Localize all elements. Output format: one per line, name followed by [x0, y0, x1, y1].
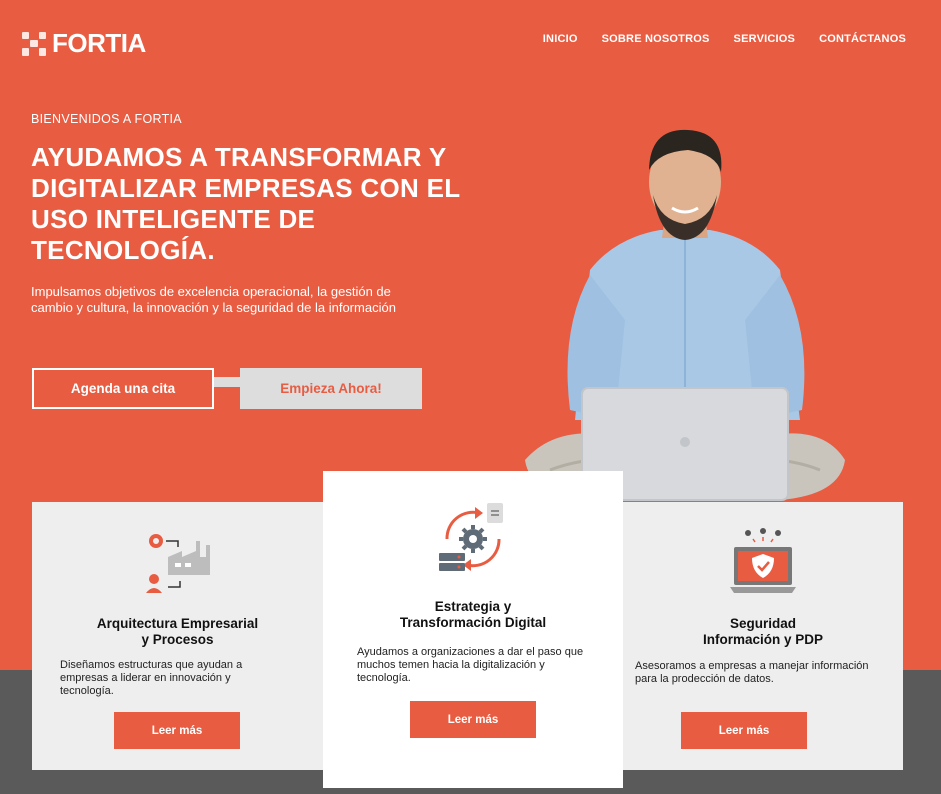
service-card-arquitectura: Arquitectura Empresarial y Procesos Dise…: [32, 502, 323, 770]
factory-process-icon: [145, 534, 210, 593]
hero-man-laptop-image: [525, 129, 845, 501]
card-description: Diseñamos estructuras que ayudan a empre…: [60, 659, 243, 697]
card-title-line1: Arquitectura Empresarial: [96, 616, 259, 631]
card-description: Asesoramos a empresas a manejar informac…: [635, 660, 869, 685]
card-title-line2: Información y PDP: [702, 632, 824, 647]
leer-mas-button[interactable]: Leer más: [114, 712, 240, 749]
shield-laptop-icon: [730, 528, 796, 593]
card-title: Arquitectura Empresarial y Procesos: [32, 616, 323, 648]
agenda-cita-button[interactable]: Agenda una cita: [32, 368, 214, 409]
hero-lead: Impulsamos objetivos de excelencia opera…: [31, 284, 396, 315]
logo-mark-icon: [22, 31, 46, 56]
card-title: Estrategia y Transformación Digital: [323, 599, 623, 631]
card-title-line2: Transformación Digital: [399, 615, 547, 630]
nav-contactanos[interactable]: CONTÁCTANOS: [819, 33, 906, 45]
card-title-line2: y Procesos: [141, 632, 214, 647]
card-title: Seguridad Información y PDP: [623, 616, 903, 648]
service-card-estrategia: Estrategia y Transformación Digital Ayud…: [323, 471, 623, 788]
button-connector: [214, 377, 242, 387]
gear-cycle-icon: [439, 503, 503, 571]
hero-headline: AYUDAMOS A TRANSFORMAR Y DIGITALIZAR EMP…: [31, 142, 460, 265]
card-description: Ayudamos a organizaciones a dar el paso …: [357, 646, 584, 684]
hero-kicker: BIENVENIDOS A FORTIA: [31, 112, 182, 126]
service-card-seguridad: Seguridad Información y PDP Asesoramos a…: [623, 502, 903, 770]
logo-text: FORTIA: [52, 28, 146, 58]
nav-inicio[interactable]: INICIO: [543, 33, 578, 45]
nav-sobre-nosotros[interactable]: SOBRE NOSOTROS: [602, 33, 710, 45]
card-title-line1: Estrategia y: [434, 599, 512, 614]
logo[interactable]: FORTIA: [22, 28, 146, 59]
card-title-line1: Seguridad: [729, 616, 796, 631]
empieza-ahora-button[interactable]: Empieza Ahora!: [240, 368, 422, 409]
leer-mas-button[interactable]: Leer más: [681, 712, 807, 749]
leer-mas-button[interactable]: Leer más: [410, 701, 536, 738]
nav-servicios[interactable]: SERVICIOS: [734, 33, 796, 45]
main-nav: INICIO SOBRE NOSOTROS SERVICIOS CONTÁCTA…: [543, 33, 906, 45]
